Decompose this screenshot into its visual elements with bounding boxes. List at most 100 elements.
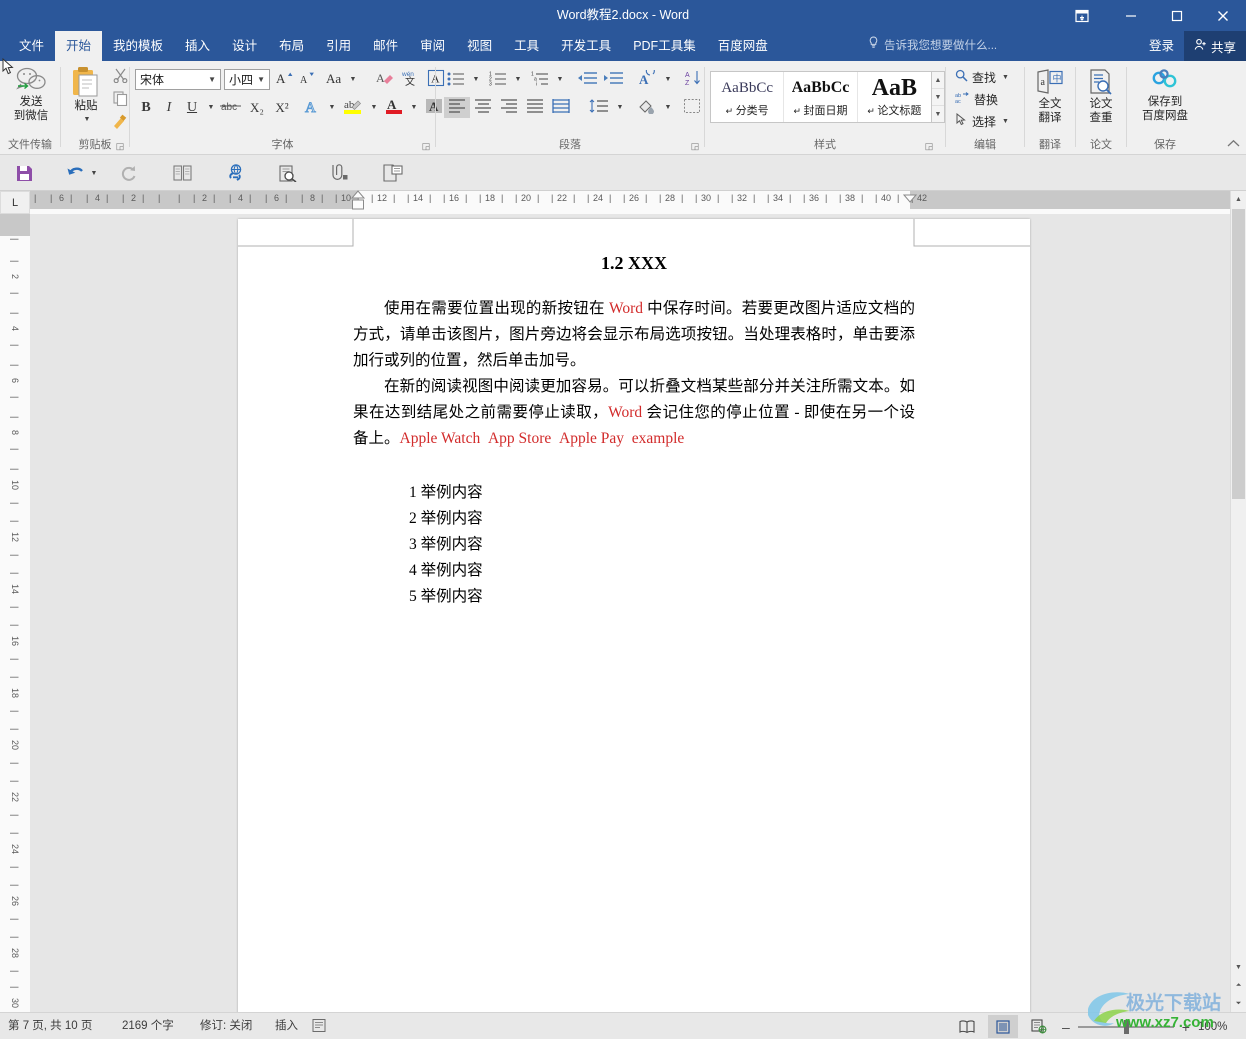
- underline-button[interactable]: U: [181, 97, 203, 118]
- distribute-button[interactable]: [548, 97, 574, 118]
- zoom-control[interactable]: – + 100%: [1062, 1013, 1227, 1039]
- tab-stop-selector[interactable]: L: [0, 191, 30, 214]
- tab-pdf-toolkit[interactable]: PDF工具集: [622, 31, 707, 61]
- print-preview-icon[interactable]: [274, 159, 302, 187]
- text-effects-dropdown[interactable]: ▼: [324, 97, 338, 118]
- tab-developer[interactable]: 开发工具: [550, 31, 622, 61]
- document-properties-icon[interactable]: [378, 159, 408, 187]
- plagiarism-check-button[interactable]: 论文 查重: [1079, 67, 1123, 131]
- style-item[interactable]: AaBbCc ↵ 封面日期: [784, 72, 858, 122]
- paragraph-dialog-launcher[interactable]: ◲: [689, 140, 701, 152]
- italic-button[interactable]: I: [158, 97, 180, 118]
- document-body[interactable]: 1.2 XXX 使用在需要位置出现的新按钮在 Word 中保存时间。若要更改图片…: [353, 219, 915, 610]
- phonetic-guide-button[interactable]: wén 文: [398, 69, 422, 90]
- select-button[interactable]: 选择 ▼: [952, 111, 1018, 131]
- line-spacing-dropdown[interactable]: ▼: [612, 97, 626, 118]
- justify-button[interactable]: [522, 97, 548, 118]
- styles-dialog-launcher[interactable]: ◲: [923, 140, 935, 152]
- tab-references[interactable]: 引用: [315, 31, 362, 61]
- save-icon[interactable]: [10, 159, 38, 187]
- increase-indent-button[interactable]: [600, 69, 626, 90]
- styles-more-button[interactable]: ▼: [932, 106, 944, 122]
- style-item[interactable]: AaBbCc ↵ 分类号: [711, 72, 785, 122]
- tab-layout[interactable]: 布局: [268, 31, 315, 61]
- font-size-combo[interactable]: 小四 ▼: [224, 69, 270, 90]
- tab-home[interactable]: 开始: [55, 31, 103, 61]
- clear-formatting-button[interactable]: A: [373, 69, 397, 90]
- grow-font-button[interactable]: A: [273, 69, 295, 90]
- web-layout-button[interactable]: [1024, 1015, 1054, 1038]
- horizontal-ruler[interactable]: ||6| |4| |2| || |2| |4| |6| |8| |10| |12…: [30, 190, 1246, 215]
- asian-layout-dropdown[interactable]: ▼: [660, 69, 674, 90]
- vertical-scrollbar[interactable]: ▲ ▼ ⏶ ⏷: [1230, 191, 1246, 1012]
- track-changes-indicator[interactable]: 修订: 关闭: [200, 1013, 252, 1039]
- full-translate-button[interactable]: a 中 全文 翻译: [1028, 67, 1072, 131]
- borders-button[interactable]: [679, 97, 705, 118]
- style-item[interactable]: AaB ↵ 论文标题: [858, 72, 931, 122]
- styles-gallery[interactable]: AaBbCc ↵ 分类号 AaBbCc ↵ 封面日期 AaB ↵ 论文标题: [710, 71, 932, 123]
- line-spacing-button[interactable]: [586, 97, 612, 118]
- document-canvas[interactable]: 1.2 XXX 使用在需要位置出现的新按钮在 Word 中保存时间。若要更改图片…: [30, 214, 1246, 1012]
- tab-baidu-netdisk[interactable]: 百度网盘: [707, 31, 779, 61]
- underline-dropdown[interactable]: ▼: [203, 97, 217, 118]
- tab-tools[interactable]: 工具: [503, 31, 550, 61]
- zoom-out-button[interactable]: –: [1062, 1019, 1070, 1035]
- highlight-dropdown[interactable]: ▼: [366, 97, 380, 118]
- ribbon-display-options-icon[interactable]: [1060, 0, 1104, 31]
- tab-my-templates[interactable]: 我的模板: [102, 31, 174, 61]
- zoom-in-button[interactable]: +: [1182, 1019, 1190, 1035]
- vertical-ruler[interactable]: | | 2 | | 4 | | 6 | | 8 | | 10 | | 12 | | 14 | | 16 | | 1…: [0, 214, 30, 1022]
- document-page[interactable]: 1.2 XXX 使用在需要位置出现的新按钮在 Word 中保存时间。若要更改图片…: [238, 219, 1030, 1012]
- tell-me-search[interactable]: 告诉我您想要做什么...: [868, 31, 997, 61]
- first-line-indent-marker[interactable]: [350, 190, 366, 215]
- bullet-list-button[interactable]: [444, 69, 468, 90]
- font-dialog-launcher[interactable]: ◲: [420, 140, 432, 152]
- copy-button[interactable]: [109, 89, 131, 110]
- attachment-icon[interactable]: [326, 159, 354, 187]
- insert-mode-indicator[interactable]: 插入: [275, 1013, 298, 1039]
- font-color-button[interactable]: A: [382, 97, 406, 118]
- collapse-ribbon-icon[interactable]: [1227, 139, 1240, 151]
- highlight-color-button[interactable]: ab: [340, 97, 366, 118]
- undo-icon[interactable]: [62, 159, 88, 187]
- shrink-font-button[interactable]: A: [296, 69, 318, 90]
- multilevel-list-dropdown[interactable]: ▼: [552, 69, 566, 90]
- multilevel-list-button[interactable]: 1ai: [528, 69, 552, 90]
- zoom-slider-thumb[interactable]: [1123, 1019, 1129, 1034]
- numbered-list-button[interactable]: 123: [486, 69, 510, 90]
- insert-hyperlink-icon[interactable]: [222, 159, 250, 187]
- save-to-baidu-button[interactable]: 保存到 百度网盘: [1131, 67, 1199, 131]
- word-count[interactable]: 2169 个字: [122, 1013, 174, 1039]
- chevron-down-icon[interactable]: ▼: [208, 75, 216, 84]
- change-case-button[interactable]: Aa ▼: [324, 69, 358, 90]
- sign-in-link[interactable]: 登录: [1149, 31, 1174, 61]
- font-color-dropdown[interactable]: ▼: [406, 97, 420, 118]
- find-button[interactable]: 查找 ▼: [952, 67, 1018, 87]
- align-left-button[interactable]: [444, 97, 470, 118]
- tab-view[interactable]: 视图: [456, 31, 503, 61]
- undo-dropdown[interactable]: ▼: [86, 159, 100, 187]
- tab-mailings[interactable]: 邮件: [362, 31, 409, 61]
- shading-dropdown[interactable]: ▼: [660, 97, 674, 118]
- replace-button[interactable]: ab ac 替换: [952, 89, 1018, 109]
- tab-design[interactable]: 设计: [221, 31, 268, 61]
- close-button[interactable]: [1200, 0, 1246, 31]
- scroll-up-button[interactable]: ▲: [1231, 191, 1246, 208]
- styles-scroll-down[interactable]: ▼: [932, 89, 944, 106]
- strikethrough-button[interactable]: abc: [218, 97, 244, 118]
- zoom-level-label[interactable]: 100%: [1198, 1021, 1227, 1033]
- subscript-button[interactable]: X₂: [245, 97, 269, 118]
- shading-button[interactable]: [634, 97, 660, 118]
- compare-documents-icon[interactable]: [168, 159, 196, 187]
- numbered-list-dropdown[interactable]: ▼: [510, 69, 524, 90]
- print-layout-button[interactable]: [988, 1015, 1018, 1038]
- align-center-button[interactable]: [470, 97, 496, 118]
- decrease-indent-button[interactable]: [574, 69, 600, 90]
- format-painter-button[interactable]: [109, 112, 131, 133]
- cut-button[interactable]: [109, 66, 131, 87]
- clipboard-dialog-launcher[interactable]: ◲: [114, 140, 126, 152]
- scrollbar-thumb[interactable]: [1232, 209, 1245, 499]
- asian-layout-button[interactable]: A: [634, 66, 660, 90]
- bullet-list-dropdown[interactable]: ▼: [468, 69, 482, 90]
- right-indent-marker[interactable]: [902, 190, 918, 208]
